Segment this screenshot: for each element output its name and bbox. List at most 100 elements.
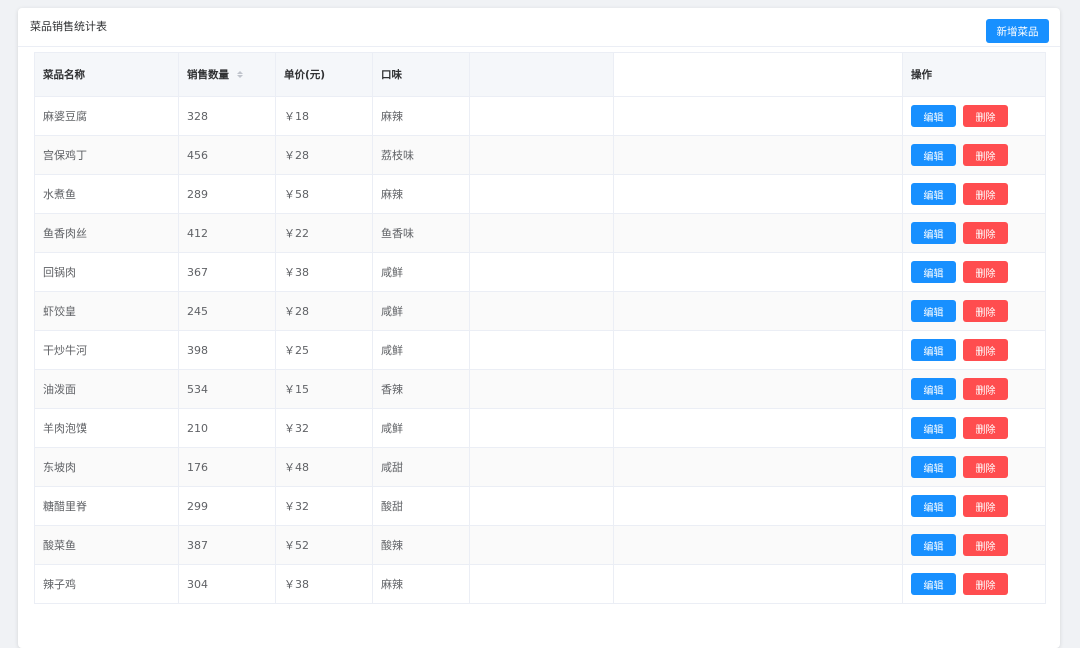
cell-blank xyxy=(470,214,614,252)
edit-button[interactable]: 编辑 xyxy=(911,417,956,439)
edit-button[interactable]: 编辑 xyxy=(911,261,956,283)
cell-gap xyxy=(614,175,902,213)
cell-sales-qty: 176 xyxy=(179,448,276,486)
cell-sales-qty: 398 xyxy=(179,331,276,369)
cell-gap xyxy=(614,253,902,291)
cell-dish-name: 麻婆豆腐 xyxy=(34,97,179,135)
table-row: 酸菜鱼 387 ￥52 酸辣 编辑 删除 xyxy=(34,526,1046,565)
cell-unit-price: ￥18 xyxy=(276,97,373,135)
table-row: 辣子鸡 304 ￥38 麻辣 编辑 删除 xyxy=(34,565,1046,604)
cell-actions: 编辑 删除 xyxy=(902,487,1046,525)
cell-taste: 酸辣 xyxy=(373,526,470,564)
dish-table: 菜品名称 销售数量 单价(元) 口味 操作 麻婆豆腐 328 ￥18 麻辣 编辑 删除 宫保… xyxy=(34,52,1046,604)
edit-button[interactable]: 编辑 xyxy=(911,495,956,517)
cell-actions: 编辑 删除 xyxy=(902,331,1046,369)
table-row: 干炒牛河 398 ￥25 咸鲜 编辑 删除 xyxy=(34,331,1046,370)
edit-button[interactable]: 编辑 xyxy=(911,105,956,127)
cell-blank xyxy=(470,97,614,135)
cell-dish-name: 辣子鸡 xyxy=(34,565,179,603)
cell-actions: 编辑 删除 xyxy=(902,526,1046,564)
cell-gap xyxy=(614,565,902,603)
delete-button[interactable]: 删除 xyxy=(963,339,1008,361)
header-blank xyxy=(470,53,614,96)
cell-gap xyxy=(614,136,902,174)
edit-button[interactable]: 编辑 xyxy=(911,144,956,166)
cell-blank xyxy=(470,175,614,213)
cell-sales-qty: 387 xyxy=(179,526,276,564)
sales-card: 菜品销售统计表 新增菜品 菜品名称 销售数量 单价(元) 口味 操作 麻婆豆腐 3… xyxy=(18,8,1060,648)
cell-unit-price: ￥38 xyxy=(276,253,373,291)
cell-dish-name: 虾饺皇 xyxy=(34,292,179,330)
edit-button[interactable]: 编辑 xyxy=(911,222,956,244)
cell-sales-qty: 328 xyxy=(179,97,276,135)
cell-taste: 咸鲜 xyxy=(373,253,470,291)
delete-button[interactable]: 删除 xyxy=(963,534,1008,556)
edit-button[interactable]: 编辑 xyxy=(911,183,956,205)
cell-actions: 编辑 删除 xyxy=(902,253,1046,291)
cell-sales-qty: 245 xyxy=(179,292,276,330)
cell-gap xyxy=(614,448,902,486)
cell-sales-qty: 299 xyxy=(179,487,276,525)
cell-dish-name: 宫保鸡丁 xyxy=(34,136,179,174)
cell-dish-name: 东坡肉 xyxy=(34,448,179,486)
delete-button[interactable]: 删除 xyxy=(963,105,1008,127)
delete-button[interactable]: 删除 xyxy=(963,261,1008,283)
cell-taste: 鱼香味 xyxy=(373,214,470,252)
cell-actions: 编辑 删除 xyxy=(902,175,1046,213)
sort-icon[interactable] xyxy=(237,71,243,78)
edit-button[interactable]: 编辑 xyxy=(911,339,956,361)
delete-button[interactable]: 删除 xyxy=(963,456,1008,478)
cell-dish-name: 糖醋里脊 xyxy=(34,487,179,525)
cell-blank xyxy=(470,409,614,447)
table-row: 油泼面 534 ￥15 香辣 编辑 删除 xyxy=(34,370,1046,409)
cell-unit-price: ￥38 xyxy=(276,565,373,603)
delete-button[interactable]: 删除 xyxy=(963,300,1008,322)
table-row: 虾饺皇 245 ￥28 咸鲜 编辑 删除 xyxy=(34,292,1046,331)
cell-unit-price: ￥25 xyxy=(276,331,373,369)
table-row: 回锅肉 367 ￥38 咸鲜 编辑 删除 xyxy=(34,253,1046,292)
table-row: 麻婆豆腐 328 ￥18 麻辣 编辑 删除 xyxy=(34,97,1046,136)
cell-sales-qty: 456 xyxy=(179,136,276,174)
cell-taste: 咸鲜 xyxy=(373,292,470,330)
cell-taste: 麻辣 xyxy=(373,565,470,603)
cell-unit-price: ￥32 xyxy=(276,487,373,525)
cell-gap xyxy=(614,292,902,330)
cell-taste: 酸甜 xyxy=(373,487,470,525)
edit-button[interactable]: 编辑 xyxy=(911,456,956,478)
cell-actions: 编辑 删除 xyxy=(902,136,1046,174)
delete-button[interactable]: 删除 xyxy=(963,495,1008,517)
edit-button[interactable]: 编辑 xyxy=(911,573,956,595)
header-unit-price: 单价(元) xyxy=(276,53,373,96)
cell-unit-price: ￥48 xyxy=(276,448,373,486)
add-dish-button[interactable]: 新增菜品 xyxy=(986,19,1049,43)
cell-blank xyxy=(470,448,614,486)
cell-gap xyxy=(614,214,902,252)
cell-blank xyxy=(470,565,614,603)
cell-blank xyxy=(470,253,614,291)
cell-sales-qty: 412 xyxy=(179,214,276,252)
edit-button[interactable]: 编辑 xyxy=(911,534,956,556)
cell-blank xyxy=(470,292,614,330)
cell-gap xyxy=(614,370,902,408)
delete-button[interactable]: 删除 xyxy=(963,417,1008,439)
edit-button[interactable]: 编辑 xyxy=(911,378,956,400)
cell-gap xyxy=(614,97,902,135)
cell-unit-price: ￥28 xyxy=(276,292,373,330)
delete-button[interactable]: 删除 xyxy=(963,378,1008,400)
header-sales-qty-label: 销售数量 xyxy=(187,69,229,81)
table-row: 水煮鱼 289 ￥58 麻辣 编辑 删除 xyxy=(34,175,1046,214)
delete-button[interactable]: 删除 xyxy=(963,222,1008,244)
header-sales-qty[interactable]: 销售数量 xyxy=(179,53,276,96)
cell-blank xyxy=(470,487,614,525)
cell-taste: 麻辣 xyxy=(373,97,470,135)
edit-button[interactable]: 编辑 xyxy=(911,300,956,322)
cell-unit-price: ￥22 xyxy=(276,214,373,252)
delete-button[interactable]: 删除 xyxy=(963,573,1008,595)
delete-button[interactable]: 删除 xyxy=(963,183,1008,205)
cell-blank xyxy=(470,331,614,369)
cell-actions: 编辑 删除 xyxy=(902,409,1046,447)
table-row: 羊肉泡馍 210 ￥32 咸鲜 编辑 删除 xyxy=(34,409,1046,448)
delete-button[interactable]: 删除 xyxy=(963,144,1008,166)
cell-actions: 编辑 删除 xyxy=(902,448,1046,486)
cell-gap xyxy=(614,409,902,447)
